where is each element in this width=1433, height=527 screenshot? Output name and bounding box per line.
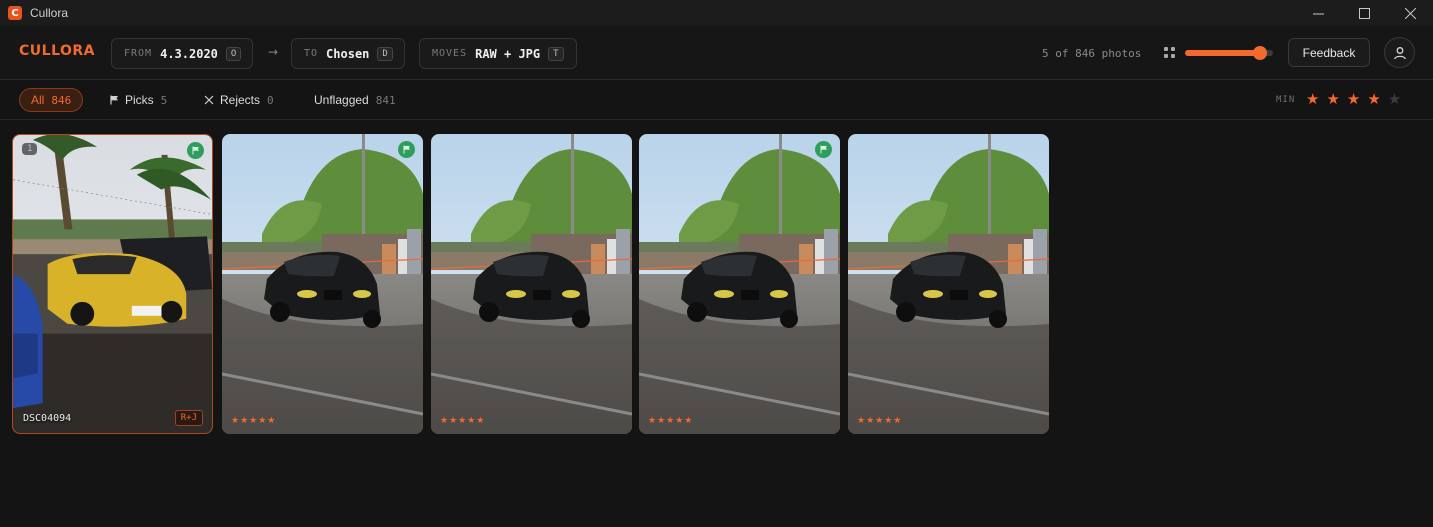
photo-card[interactable]: ★★★★★ <box>222 134 423 434</box>
photo-card[interactable]: ★★★★★ <box>848 134 1049 434</box>
photo-rating[interactable]: ★★★★★ <box>857 416 902 426</box>
user-icon <box>1393 46 1406 59</box>
format-badge: R+J <box>174 410 203 426</box>
title-bar: C Cullora <box>0 0 1433 26</box>
filter-bar: All 846 Picks 5 Rejects 0 Unflagged 841 … <box>0 80 1433 120</box>
app-icon: C <box>8 6 22 20</box>
maximize-icon <box>1358 7 1370 19</box>
photo-rating[interactable]: ★★★★★ <box>231 416 276 426</box>
filter-unflagged-count: 841 <box>375 93 396 107</box>
photo-rating[interactable]: ★★★★★ <box>648 416 693 426</box>
photo-thumbnail <box>222 134 423 434</box>
min-rating-stars[interactable]: ★ ★ ★ ★ ★ <box>1306 90 1401 108</box>
moves-selector[interactable]: MOVES RAW + JPG T <box>419 38 577 69</box>
filter-unflagged-tab[interactable]: Unflagged 841 <box>314 88 396 112</box>
from-value: 4.3.2020 <box>160 46 218 61</box>
filter-all-count: 846 <box>51 93 72 107</box>
photo-thumbnail <box>431 134 632 434</box>
filter-rejects-count: 0 <box>267 93 274 107</box>
photo-thumbnail <box>13 135 212 433</box>
photo-card[interactable]: ★★★★★ <box>639 134 840 434</box>
to-label: TO <box>304 48 319 59</box>
photo-index: 1 <box>22 143 38 155</box>
to-value: Chosen <box>326 46 370 61</box>
minimize-button[interactable] <box>1295 0 1341 26</box>
rating-star-icon[interactable]: ★ <box>1306 90 1319 108</box>
photo-card[interactable]: ★★★★★ <box>431 134 632 434</box>
photo-thumbnail <box>848 134 1049 434</box>
filter-picks-tab[interactable]: Picks 5 <box>110 88 167 112</box>
arrow-right-icon: → <box>268 45 279 59</box>
slider-fill <box>1185 50 1260 56</box>
filter-rejects-tab[interactable]: Rejects 0 <box>204 88 274 112</box>
filter-rejects-label: Rejects <box>220 93 261 107</box>
thumbnail-size-slider[interactable] <box>1185 46 1273 60</box>
to-selector[interactable]: TO Chosen D <box>291 38 405 69</box>
to-shortcut: D <box>377 46 393 61</box>
filter-picks-label: Picks <box>125 93 154 107</box>
photo-filename: DSC04094 <box>23 413 72 424</box>
photo-count: 5 of 846 photos <box>1042 47 1142 60</box>
logo: CULLORA <box>19 43 96 59</box>
grid-view-icon[interactable] <box>1164 47 1175 58</box>
toolbar: CULLORA FROM 4.3.2020 O → TO Chosen D MO… <box>0 26 1433 80</box>
rating-star-icon[interactable]: ★ <box>1388 90 1401 108</box>
maximize-button[interactable] <box>1341 0 1387 26</box>
rating-star-icon[interactable]: ★ <box>1367 90 1380 108</box>
filter-all-tab[interactable]: All 846 <box>19 88 84 112</box>
from-shortcut: O <box>225 46 242 61</box>
moves-value: RAW + JPG <box>475 46 541 61</box>
from-selector[interactable]: FROM 4.3.2020 O <box>111 38 253 69</box>
account-button[interactable] <box>1384 37 1415 68</box>
flag-icon <box>110 95 118 105</box>
close-icon <box>1404 7 1416 19</box>
pick-flag-badge[interactable] <box>815 141 832 158</box>
photo-thumbnail <box>639 134 840 434</box>
slider-thumb[interactable] <box>1253 46 1267 60</box>
pick-flag-badge[interactable] <box>187 142 204 159</box>
photo-card[interactable]: 1 DSC04094 R+J <box>12 134 213 434</box>
rating-star-icon[interactable]: ★ <box>1326 90 1339 108</box>
close-button[interactable] <box>1387 0 1433 26</box>
photo-rating[interactable]: ★★★★★ <box>440 416 485 426</box>
flag-icon <box>192 146 199 155</box>
flag-icon <box>820 145 827 154</box>
window-controls <box>1295 0 1433 26</box>
filter-unflagged-label: Unflagged <box>314 93 369 107</box>
minimize-icon <box>1312 13 1324 14</box>
window-title: Cullora <box>30 6 69 20</box>
flag-icon <box>403 145 410 154</box>
moves-label: MOVES <box>432 48 468 59</box>
x-icon <box>204 95 214 105</box>
pick-flag-badge[interactable] <box>398 141 415 158</box>
filter-picks-count: 5 <box>160 93 168 107</box>
moves-shortcut: T <box>548 46 564 61</box>
feedback-button[interactable]: Feedback <box>1288 38 1370 67</box>
min-rating-label: MIN <box>1276 95 1296 105</box>
from-label: FROM <box>124 48 153 59</box>
filter-all-label: All <box>31 93 45 107</box>
rating-star-icon[interactable]: ★ <box>1347 90 1360 108</box>
